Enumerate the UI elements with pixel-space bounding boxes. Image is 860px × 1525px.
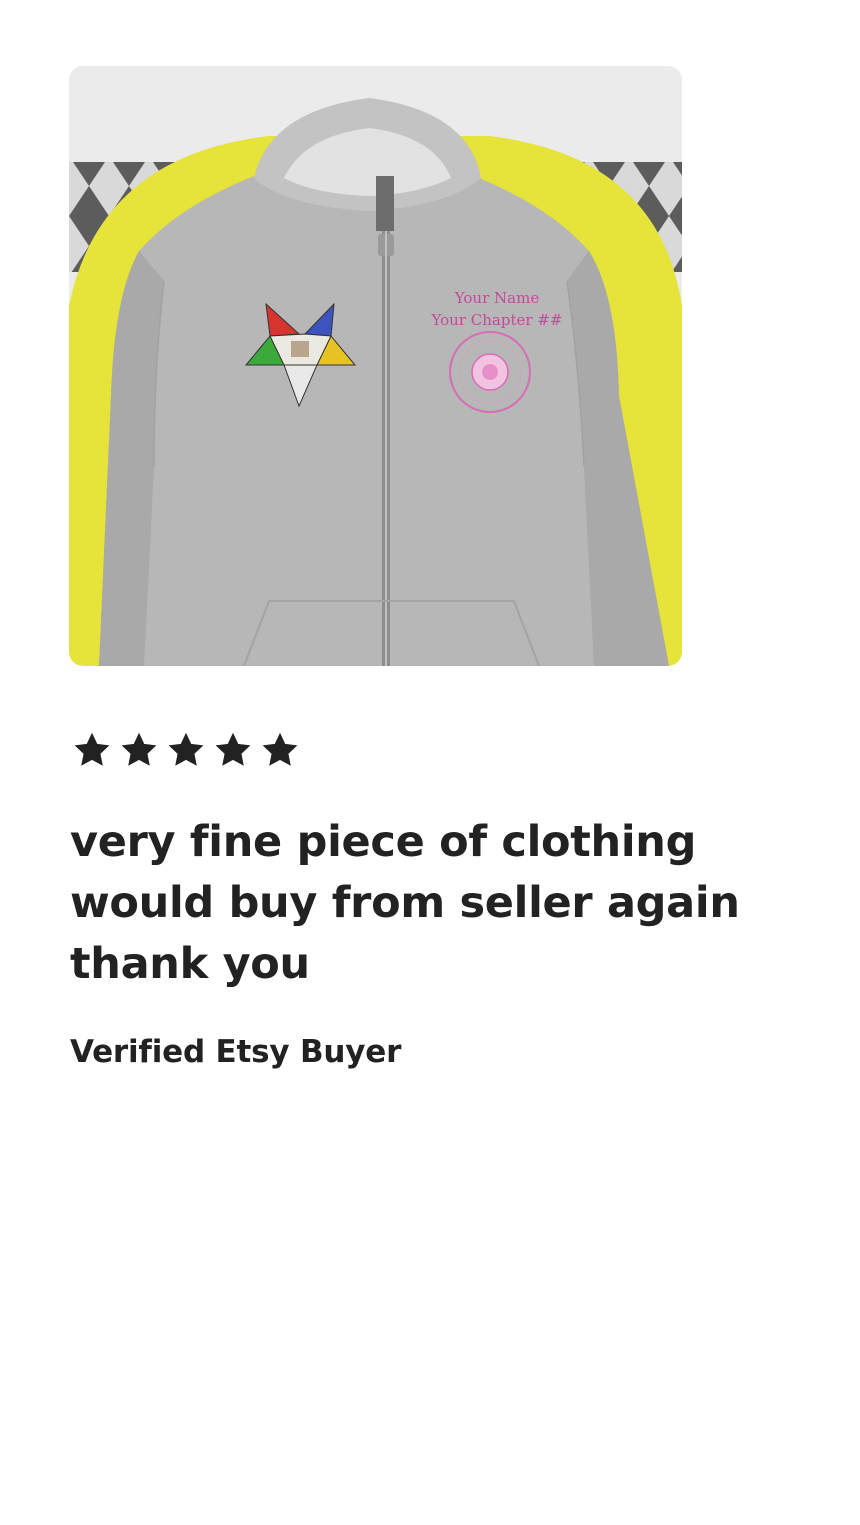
star-rating xyxy=(73,731,299,769)
star-icon xyxy=(121,732,157,766)
hoodie-illustration: Your Name Your Chapter ## xyxy=(69,66,682,666)
star-icon xyxy=(168,732,204,766)
print-name-text: Your Name xyxy=(454,289,540,307)
reviewer-name: Verified Etsy Buyer xyxy=(70,1034,402,1070)
product-photo[interactable]: Your Name Your Chapter ## xyxy=(69,66,682,666)
star-icon xyxy=(262,732,298,766)
star-icon xyxy=(74,732,110,766)
review-text: very fine piece of clothing would buy fr… xyxy=(70,817,740,989)
print-chapter-text: Your Chapter ## xyxy=(431,311,563,329)
star-icon xyxy=(215,732,251,766)
